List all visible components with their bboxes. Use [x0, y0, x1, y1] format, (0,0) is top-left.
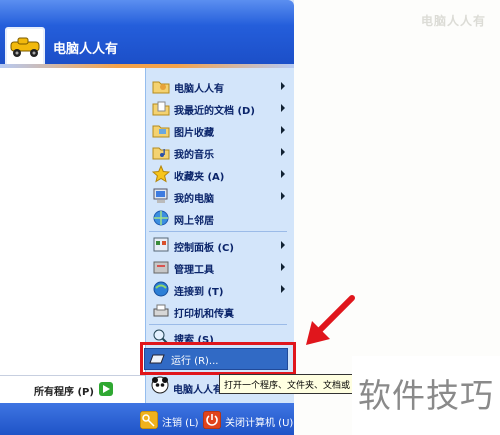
- submenu-arrow-icon: [281, 170, 285, 178]
- user-folder-icon: [152, 81, 170, 94]
- submenu-arrow-icon: [281, 126, 285, 134]
- menu-item-favorites[interactable]: 收藏夹 (A): [149, 164, 289, 184]
- logoff-label: 注销 (L): [162, 418, 199, 429]
- panda-user-icon: [151, 376, 169, 394]
- car-avatar-icon: [10, 37, 40, 57]
- menu-item-label: 我的电脑: [174, 194, 214, 205]
- all-programs-button[interactable]: 所有程序 (P): [0, 375, 145, 403]
- red-pointer-arrow-icon: [306, 295, 355, 345]
- network-icon: [153, 210, 169, 226]
- menu-item-pictures[interactable]: 图片收藏: [149, 120, 289, 140]
- submenu-arrow-icon: [281, 241, 285, 249]
- submenu-arrow-icon: [281, 263, 285, 271]
- printer-icon: [153, 304, 169, 317]
- menu-item-label: 我最近的文档 (D): [174, 106, 255, 117]
- pictures-folder-icon: [152, 125, 170, 138]
- submenu-arrow-icon: [281, 192, 285, 200]
- menu-item-printers[interactable]: 打印机和传真: [149, 301, 289, 321]
- menu-item-admin-tools[interactable]: 管理工具: [149, 257, 289, 277]
- user-avatar[interactable]: [5, 27, 45, 67]
- menu-item-user-folder[interactable]: 电脑人人有: [149, 76, 289, 96]
- submenu-arrow-icon: [281, 82, 285, 90]
- submenu-arrow-icon: [281, 285, 285, 293]
- menu-item-label: 连接到 (T): [174, 287, 224, 298]
- menu-item-user-label: 电脑人人有: [173, 385, 223, 396]
- menu-item-my-computer[interactable]: 我的电脑: [149, 186, 289, 206]
- menu-item-network[interactable]: 网上邻居: [149, 208, 289, 228]
- power-icon: [203, 411, 221, 429]
- watermark-top: 电脑人人有: [420, 14, 486, 28]
- annotation-highlight-box: [140, 342, 296, 375]
- submenu-arrow-icon: [281, 148, 285, 156]
- key-icon: [140, 411, 158, 429]
- menu-item-label: 图片收藏: [174, 128, 214, 139]
- start-menu-footer: 注销 (L) 关闭计算机 (U): [0, 403, 294, 435]
- admin-tools-icon: [153, 261, 169, 274]
- green-arrow-icon: [99, 382, 113, 396]
- all-programs-label: 所有程序 (P): [34, 387, 94, 398]
- menu-separator: [149, 324, 287, 325]
- pinned-programs-pane: [0, 68, 145, 403]
- shutdown-label: 关闭计算机 (U): [225, 418, 294, 429]
- my-computer-icon: [153, 188, 168, 203]
- menu-item-music[interactable]: 我的音乐: [149, 142, 289, 162]
- run-tooltip: 打开一个程序、文件夹、文档或: [219, 374, 353, 394]
- menu-item-control-panel[interactable]: 控制面板 (C): [149, 235, 289, 255]
- menu-item-label: 网上邻居: [174, 216, 214, 227]
- menu-item-label: 打印机和传真: [174, 309, 234, 320]
- user-name: 电脑人人有: [53, 42, 119, 57]
- menu-item-recent-docs[interactable]: 我最近的文档 (D): [149, 98, 289, 118]
- watermark-bottom: 软件技巧: [352, 356, 500, 435]
- connect-to-icon: [153, 281, 169, 297]
- menu-item-connect-to[interactable]: 连接到 (T): [149, 279, 289, 299]
- menu-item-label: 收藏夹 (A): [174, 172, 225, 183]
- control-panel-icon: [153, 237, 169, 252]
- recent-docs-icon: [152, 101, 170, 116]
- menu-item-label: 我的音乐: [174, 150, 214, 161]
- start-menu-header: 电脑人人有: [0, 0, 294, 67]
- music-folder-icon: [152, 147, 170, 160]
- menu-item-label: 管理工具: [174, 265, 214, 276]
- menu-item-label: 控制面板 (C): [174, 243, 234, 254]
- menu-separator: [149, 231, 287, 232]
- submenu-arrow-icon: [281, 104, 285, 112]
- menu-item-label: 电脑人人有: [174, 84, 224, 95]
- favorites-star-icon: [152, 165, 170, 183]
